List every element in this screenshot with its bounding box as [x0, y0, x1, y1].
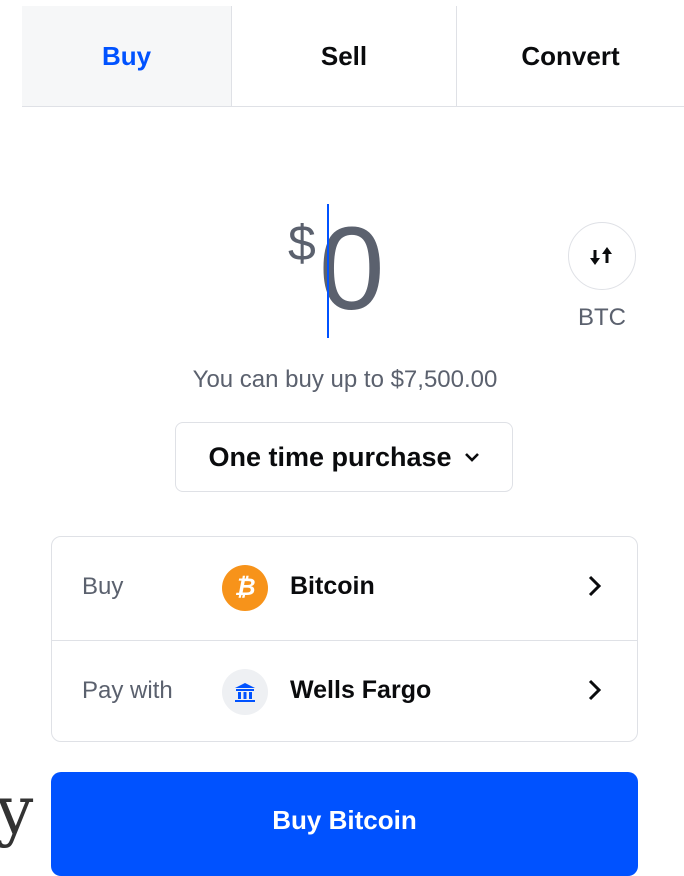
asset-name: Bitcoin	[290, 572, 375, 600]
unit-switch-button[interactable]	[568, 222, 636, 290]
swap-vertical-arrows-icon	[590, 247, 612, 265]
buy-limit-text: You can buy up to $7,500.00	[192, 366, 498, 393]
payment-method-name: Wells Fargo	[290, 676, 432, 704]
trade-tabs: Buy Sell Convert	[22, 6, 684, 107]
text-caret	[327, 204, 329, 338]
frequency-dropdown[interactable]: One time purchase	[175, 422, 513, 492]
currency-symbol: $	[288, 215, 316, 271]
tab-convert[interactable]: Convert	[457, 6, 684, 106]
tab-sell[interactable]: Sell	[232, 6, 457, 106]
payment-method-row[interactable]: Pay with Wells Fargo	[52, 640, 637, 744]
frequency-selected: One time purchase	[208, 441, 452, 472]
bitcoin-icon: ₿	[222, 565, 268, 611]
row-label: Buy	[82, 573, 124, 600]
tab-buy[interactable]: Buy	[22, 6, 232, 106]
chevron-down-icon	[464, 453, 479, 462]
background-text-fragment: y	[0, 772, 34, 849]
amount-input[interactable]: $ 0	[288, 200, 384, 340]
asset-select-row[interactable]: Buy ₿ Bitcoin	[52, 537, 637, 640]
row-label: Pay with	[82, 677, 173, 704]
chevron-right-icon	[588, 679, 602, 701]
bank-icon	[222, 669, 268, 715]
unit-label: BTC	[578, 304, 626, 331]
buy-bitcoin-button[interactable]: Buy Bitcoin	[51, 772, 638, 876]
order-details-card: Buy ₿ Bitcoin Pay with Wells Fargo	[51, 536, 638, 742]
chevron-right-icon	[588, 575, 602, 597]
